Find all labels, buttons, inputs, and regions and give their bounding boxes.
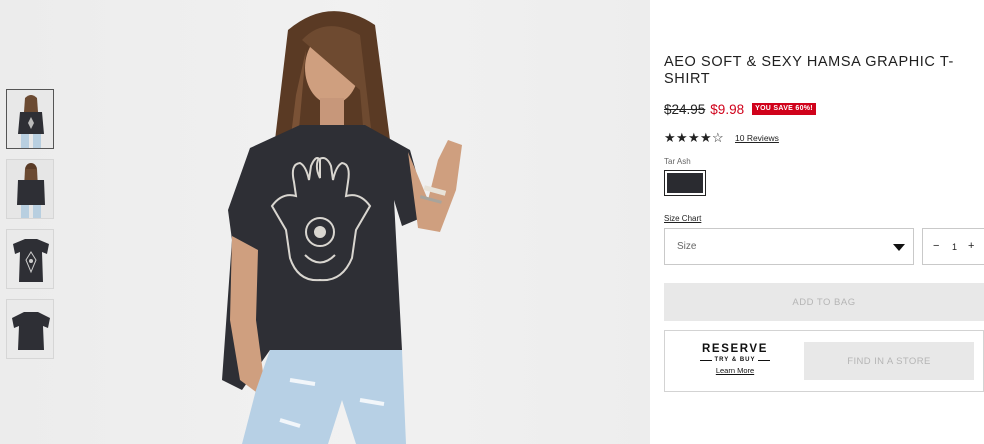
thumbnail-shirt-back[interactable]: [6, 299, 54, 359]
chevron-down-icon: [893, 244, 905, 251]
add-to-bag-button[interactable]: ADD TO BAG: [664, 283, 984, 321]
sale-price: $9.98: [710, 101, 745, 117]
quantity-value: 1: [952, 242, 958, 252]
size-dropdown[interactable]: Size: [664, 228, 914, 265]
product-gallery: [0, 0, 650, 444]
thumbnail-shirt-front[interactable]: [6, 229, 54, 289]
product-title: AEO SOFT & SEXY HAMSA GRAPHIC T-SHIRT: [664, 54, 954, 87]
find-in-store-button[interactable]: FIND IN A STORE: [804, 342, 974, 380]
price-row: $24.95 $9.98 YOU SAVE 60%!: [664, 101, 816, 117]
try-buy-tagline: TRY & BUY: [695, 357, 775, 363]
divider: [757, 359, 770, 361]
product-details-panel: AEO SOFT & SEXY HAMSA GRAPHIC T-SHIRT $2…: [664, 0, 984, 444]
star-rating: ★ ★ ★ ★ ☆: [664, 131, 724, 145]
savings-badge: YOU SAVE 60%!: [752, 103, 816, 115]
reserve-try-buy-box: RESERVE TRY & BUY Learn More FIND IN A S…: [664, 330, 984, 392]
learn-more-link[interactable]: Learn More: [695, 366, 775, 375]
star-filled-icon: ★: [700, 130, 712, 145]
quantity-increase-button[interactable]: +: [968, 240, 974, 252]
reviews-link[interactable]: 10 Reviews: [735, 133, 779, 143]
quantity-decrease-button[interactable]: −: [933, 240, 939, 252]
reserve-logo: RESERVE TRY & BUY Learn More: [695, 343, 775, 375]
reserve-logo-word: RESERVE: [702, 343, 768, 355]
color-swatch-tar-ash[interactable]: [664, 170, 706, 196]
original-price: $24.95: [664, 101, 706, 117]
divider: [700, 359, 713, 361]
star-filled-icon: ★: [676, 130, 688, 145]
quantity-stepper: − 1 +: [922, 228, 984, 265]
size-chart-link[interactable]: Size Chart: [664, 214, 701, 223]
thumbnail-model-front[interactable]: [6, 89, 54, 149]
thumbnail-model-back[interactable]: [6, 159, 54, 219]
star-filled-icon: ★: [664, 130, 676, 145]
swatch-fill: [667, 173, 703, 193]
star-empty-icon: ☆: [712, 130, 724, 145]
product-main-image[interactable]: [170, 0, 500, 444]
rating-row: ★ ★ ★ ★ ☆ 10 Reviews: [664, 131, 779, 145]
thumbnail-strip: [6, 89, 56, 369]
try-buy-text: TRY & BUY: [714, 357, 756, 363]
star-filled-icon: ★: [688, 130, 700, 145]
size-dropdown-placeholder: Size: [677, 241, 697, 252]
color-name-label: Tar Ash: [664, 157, 691, 166]
